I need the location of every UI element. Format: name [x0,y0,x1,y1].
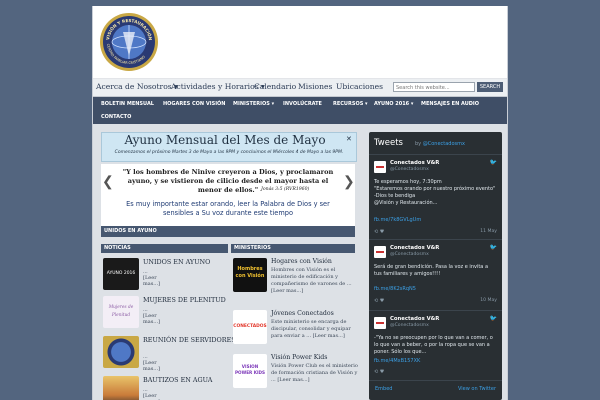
site-header: VISIÓN Y RESTAURACIÓN CENTRO FAMILIAR CR… [93,6,507,79]
twitter-by-prefix: by [415,141,423,147]
slide-verse-ref: Jonás 3:5 (RVR1960) [261,187,310,192]
twitter-widget: Tweets by @Conectadosmx Conectados V&R @… [369,132,502,400]
fasting-banner[interactable]: Ayuno Mensual del Mes de Mayo Comenzamos… [101,132,357,162]
nav2-item-boletin[interactable]: BOLETIN MENSUAL [101,101,154,107]
tweet-handle[interactable]: @Conectadosmx [390,323,429,328]
news-thumb[interactable]: AYUNO 2016 [103,258,139,290]
tweet-author[interactable]: Conectados V&R [390,245,439,251]
prev-arrow-icon[interactable]: ❮ [102,174,114,190]
tweet-link[interactable]: fb.me/8K2sRqN5 [374,286,416,292]
ministry-title[interactable]: Jóvenes Conectados [271,310,361,318]
news-thumb[interactable] [103,376,139,400]
search-input[interactable]: Search this website... [393,82,475,92]
nav2-item-contacto[interactable]: CONTACTO [101,114,131,120]
twitter-bird-icon: 🐦 [489,159,497,166]
featured-slider: ❮ "Y los hombres de Ninive creyeron a Di… [101,164,355,226]
nav-item-actividades[interactable]: Actividades y Horarios ▾ [171,82,265,91]
avatar[interactable] [374,317,386,329]
tweet[interactable]: Conectados V&R @Conectadosmx 🐦 -"Ya no s… [369,311,502,379]
tweet-date[interactable]: 11 May [480,229,497,234]
view-on-twitter-link[interactable]: View on Twitter [458,386,496,392]
page-container: VISIÓN Y RESTAURACIÓN CENTRO FAMILIAR CR… [92,6,508,400]
twitter-bird-icon: 🐦 [489,315,497,322]
nav2-item-recursos[interactable]: RECURSOS ▾ [333,101,368,107]
read-more-link[interactable]: ... [Leer mas...] [143,307,160,325]
news-title[interactable]: UNIDOS EN AYUNO [143,258,238,266]
ministry-desc: Hombres con Visión es el ministerio de e… [271,267,352,294]
twitter-handle-link[interactable]: @Conectadosmx [423,141,465,147]
banner-title: Ayuno Mensual del Mes de Mayo [124,133,326,147]
news-thumb[interactable]: Mujeres de Plenitud [103,296,139,328]
retweet-like-icons[interactable]: ⟲ ♥ [374,369,384,375]
news-title[interactable]: REUNIÓN DE SERVIDORES [143,336,238,344]
primary-nav: Acerca de Nosotros ▾ Actividades y Horar… [93,79,507,97]
tweet[interactable]: Conectados V&R @Conectadosmx 🐦 Te espera… [369,155,502,240]
twitter-bird-icon: 🐦 [489,244,497,251]
tweet-author[interactable]: Conectados V&R [390,160,439,166]
next-arrow-icon[interactable]: ❯ [343,174,355,190]
ministry-title[interactable]: Hogares con Visión [271,258,361,266]
tweet-date[interactable]: 10 May [480,298,497,303]
secondary-nav: BOLETIN MENSUAL HOGARES CON VISIÓN MINIS… [93,97,507,124]
nav2-item-ayuno[interactable]: AYUNO 2016 ▾ [374,101,413,107]
banner-subtitle: Comenzamos el próximo Martes 3 de Mayo a… [114,150,344,155]
news-section-bar: NOTICIAS [101,244,228,253]
tweet-link[interactable]: fb.me/7k8GVLgUm [374,217,421,223]
retweet-like-icons[interactable]: ⟲ ♥ [374,298,384,304]
embed-link[interactable]: Embed [375,386,392,392]
slide-message: Es muy importante estar orando, leer la … [126,200,330,217]
tweet-text: Será de gran bendición. Pasa la voz e in… [374,264,489,277]
tweet-text: Te esperamos hoy, 7:30pm "Estaremos oran… [374,179,496,206]
nav-item-ubicaciones[interactable]: Ubicaciones [336,82,383,91]
church-logo[interactable]: VISIÓN Y RESTAURACIÓN CENTRO FAMILIAR CR… [99,12,159,72]
twitter-title[interactable]: Tweets [374,138,403,148]
news-thumb[interactable] [103,336,139,368]
ministry-desc: Visión Power Club es el ministerio de fo… [271,363,358,383]
avatar[interactable] [374,246,386,258]
ministries-section-bar: MINISTERIOS [231,244,355,253]
nav-item-acerca[interactable]: Acerca de Nosotros ▾ [96,82,178,91]
tweet-handle[interactable]: @Conectadosmx [390,167,429,172]
nav2-item-ministerios[interactable]: MINISTERIOS ▾ [233,101,274,107]
twitter-footer: Embed View on Twitter [369,380,502,400]
tweet-text: -"Ya no se preocupen por lo que van a co… [374,335,493,355]
avatar[interactable] [374,161,386,173]
read-more-link[interactable]: ... [Leer mas...] [143,387,160,400]
read-more-link[interactable]: ... [Leer mas...] [143,269,160,287]
featured-section-bar[interactable]: UNIDOS EN AYUNO [101,226,355,237]
nav2-item-mensajes[interactable]: MENSAJES EN AUDIO [421,101,479,107]
twitter-header: Tweets by @Conectadosmx [369,132,502,155]
close-icon[interactable]: ✕ [346,135,352,143]
ministry-title[interactable]: Visión Power Kids [271,354,361,362]
ministry-thumb[interactable]: VISION POWER KIDS [233,354,267,388]
ministry-thumb[interactable]: CONECTADOS [233,310,267,344]
nav-item-misiones[interactable]: Misiones [298,82,332,91]
news-title[interactable]: MUJERES DE PLENITUD [143,296,238,304]
tweet-author[interactable]: Conectados V&R [390,316,439,322]
news-title[interactable]: BAUTIZOS EN AGUA [143,376,238,384]
tweet[interactable]: Conectados V&R @Conectadosmx 🐦 Será de g… [369,240,502,311]
ministry-thumb[interactable]: Hombres con Visión [233,258,267,292]
search-button[interactable]: SEARCH [477,82,503,92]
retweet-like-icons[interactable]: ⟲ ♥ [374,229,384,235]
nav-item-calendario[interactable]: Calendario [254,82,296,91]
nav2-item-involucrate[interactable]: INVOLÚCRATE [283,101,322,107]
main-content: Ayuno Mensual del Mes de Mayo Comenzamos… [93,124,507,400]
tweet-handle[interactable]: @Conectadosmx [390,252,429,257]
tweet-link[interactable]: fb.me/4MxB157XK [374,358,420,364]
read-more-link[interactable]: ... [Leer mas...] [143,354,160,372]
ministry-desc: Este ministerio se encarga de discipular… [271,319,351,339]
twitter-byline: by @Conectadosmx [415,141,465,147]
nav2-item-hogares[interactable]: HOGARES CON VISIÓN [163,101,226,107]
